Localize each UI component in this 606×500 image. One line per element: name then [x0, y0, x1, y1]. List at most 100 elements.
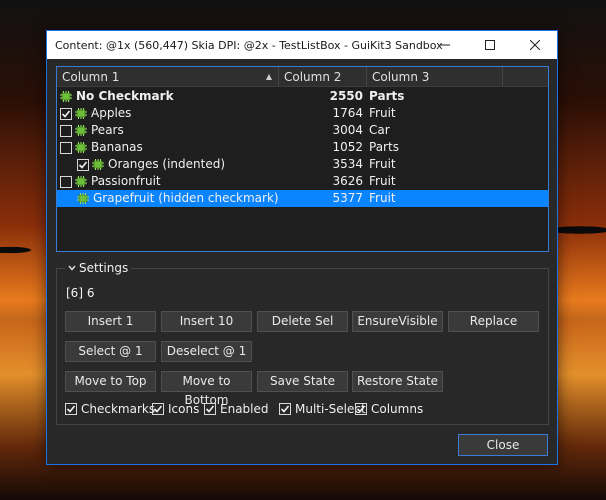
checkbox-label: Icons: [168, 402, 200, 416]
row-category: Fruit: [369, 191, 396, 205]
checkbox-label: Columns: [371, 402, 424, 416]
close-icon: [529, 40, 540, 50]
maximize-button[interactable]: [467, 31, 512, 59]
title-bar[interactable]: Content: @1x (560,447) Skia DPI: @2x - T…: [47, 31, 557, 59]
row-value: 3626: [332, 174, 363, 188]
restore-state-button[interactable]: Restore State: [352, 371, 443, 392]
checkbox-box: [204, 403, 216, 415]
listbox-row[interactable]: Passionfruit 3626 Fruit: [57, 173, 548, 190]
row-category: Parts: [369, 89, 405, 103]
app-window: Content: @1x (560,447) Skia DPI: @2x - T…: [46, 30, 558, 465]
delete-sel-button[interactable]: Delete Sel: [257, 311, 348, 332]
replace-button[interactable]: Replace: [448, 311, 539, 332]
deselect-at-1-button[interactable]: Deselect @ 1: [161, 341, 252, 362]
row-value: 1764: [332, 106, 363, 120]
columns-checkbox[interactable]: Columns: [355, 402, 423, 416]
checkmark-icon: [205, 405, 215, 413]
chip-icon: [75, 142, 87, 153]
select-at-1-button[interactable]: Select @ 1: [65, 341, 156, 362]
maximize-icon: [484, 40, 495, 50]
enabled-checkbox[interactable]: Enabled: [204, 402, 269, 416]
row-checkbox[interactable]: [60, 124, 72, 137]
row-checkbox[interactable]: [60, 141, 72, 154]
row-value: 3004: [332, 123, 363, 137]
save-state-button[interactable]: Save State: [257, 371, 348, 392]
column-header-label: Column 3: [372, 70, 430, 84]
row-name: Bananas: [91, 140, 143, 154]
multi-select-checkbox[interactable]: Multi-Select: [279, 402, 366, 416]
row-name-cell: Apples: [57, 105, 277, 122]
listbox-row[interactable]: Grapefruit (hidden checkmark) 5377 Fruit: [57, 190, 548, 207]
item-count-text: [6] 6: [66, 286, 95, 300]
checkbox-label: Enabled: [220, 402, 269, 416]
move-to-top-button[interactable]: Move to Top: [65, 371, 156, 392]
insert-10-button[interactable]: Insert 10: [161, 311, 252, 332]
row-category: Fruit: [369, 157, 396, 171]
column-header-2[interactable]: Column 2: [279, 67, 367, 87]
settings-group: Settings [6] 6 Insert 1 Insert 10 Delete…: [56, 261, 549, 425]
row-name: Oranges (indented): [108, 157, 226, 171]
listbox-rows: No Checkmark 2550 Parts Apples 1764 Fruit Pear…: [57, 87, 548, 207]
checkmark-icon: [280, 405, 290, 413]
icons-checkbox[interactable]: Icons: [152, 402, 199, 416]
chip-icon: [60, 91, 72, 102]
close-window-button[interactable]: [512, 31, 557, 59]
row-name-cell: No Checkmark: [57, 88, 277, 105]
row-name-cell: Passionfruit: [57, 173, 277, 190]
column-header-3[interactable]: Column 3: [367, 67, 503, 87]
checkmark-icon: [66, 405, 76, 413]
chip-icon: [92, 159, 104, 170]
chip-icon: [75, 125, 87, 136]
checkmark-icon: [78, 160, 88, 169]
row-value: 3534: [332, 157, 363, 171]
row-name-cell: Pears: [57, 122, 277, 139]
listbox-header: Column 1 ▲ Column 2 Column 3: [57, 67, 548, 87]
checkbox-box: [152, 403, 164, 415]
checkmark-icon: [356, 405, 366, 413]
row-name: Passionfruit: [91, 174, 161, 188]
checkmark-icon: [61, 109, 71, 118]
checkbox-label: Checkmarks: [81, 402, 156, 416]
test-listbox[interactable]: Column 1 ▲ Column 2 Column 3 No Checkmar…: [56, 66, 549, 252]
row-name-cell: Bananas: [57, 139, 277, 156]
row-category: Fruit: [369, 174, 396, 188]
chip-icon: [75, 108, 87, 119]
checkbox-box: [65, 403, 77, 415]
settings-label: Settings: [79, 261, 129, 275]
settings-toggle[interactable]: Settings: [65, 261, 132, 275]
row-checkbox[interactable]: [60, 175, 72, 188]
close-button[interactable]: Close: [458, 434, 548, 456]
row-name: Apples: [91, 106, 132, 120]
checkmarks-checkbox[interactable]: Checkmarks: [65, 402, 155, 416]
listbox-row[interactable]: Oranges (indented) 3534 Fruit: [57, 156, 548, 173]
chip-icon: [77, 193, 89, 204]
listbox-row[interactable]: No Checkmark 2550 Parts: [57, 88, 548, 105]
minimize-button[interactable]: [422, 31, 467, 59]
sort-ascending-icon: ▲: [265, 72, 272, 81]
column-header-filler: [503, 67, 548, 87]
checkbox-box: [355, 403, 367, 415]
move-to-bottom-button[interactable]: Move to Bottom: [161, 371, 252, 407]
row-value: 1052: [332, 140, 363, 154]
insert-1-button[interactable]: Insert 1: [65, 311, 156, 332]
row-category: Fruit: [369, 106, 396, 120]
column-header-label: Column 1: [62, 70, 120, 84]
row-name: Pears: [91, 123, 124, 137]
listbox-row[interactable]: Apples 1764 Fruit: [57, 105, 548, 122]
ensure-visible-button[interactable]: EnsureVisible: [352, 311, 443, 332]
window-title: Content: @1x (560,447) Skia DPI: @2x - T…: [55, 38, 443, 52]
row-name-cell: Oranges (indented): [57, 156, 277, 173]
row-value: 2550: [329, 89, 363, 103]
listbox-row[interactable]: Bananas 1052 Parts: [57, 139, 548, 156]
column-header-1[interactable]: Column 1 ▲: [57, 67, 279, 87]
chip-icon: [75, 176, 87, 187]
checkbox-box: [279, 403, 291, 415]
row-name: Grapefruit (hidden checkmark): [93, 191, 279, 205]
row-name-cell: Grapefruit (hidden checkmark): [57, 190, 279, 207]
listbox-row[interactable]: Pears 3004 Car: [57, 122, 548, 139]
row-category: Car: [369, 123, 390, 137]
row-checkbox[interactable]: [60, 107, 72, 120]
minimize-icon: [439, 44, 450, 46]
checkmark-icon: [153, 405, 163, 413]
row-checkbox[interactable]: [77, 158, 89, 171]
